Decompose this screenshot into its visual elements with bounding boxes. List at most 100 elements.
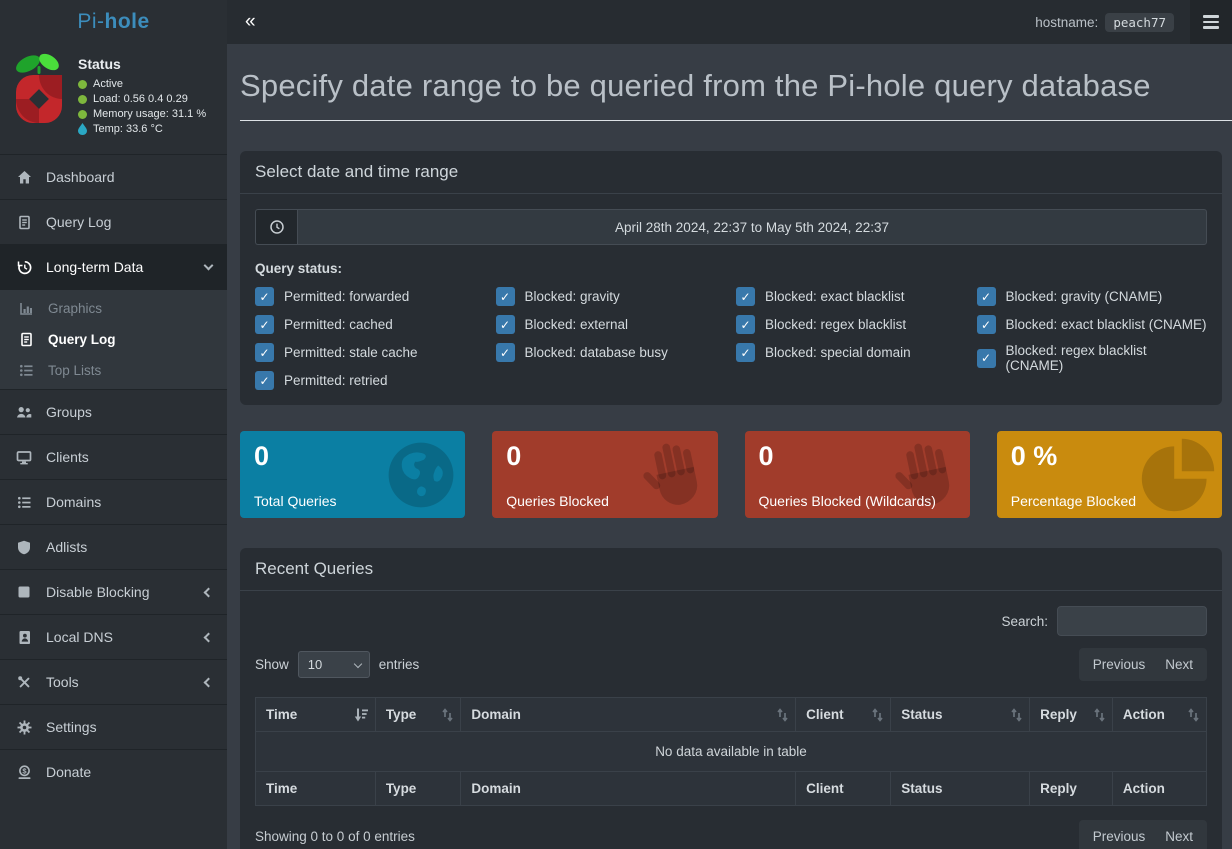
- table-controls-row: Show 10 entries Previous Next: [255, 648, 1207, 681]
- sort-icon: [777, 708, 788, 722]
- donate-icon: $: [15, 765, 33, 780]
- sidebar-item-groups[interactable]: Groups: [0, 390, 227, 434]
- sidebar-item-domains[interactable]: Domains: [0, 480, 227, 524]
- checkbox-blocked-regex-blacklist-cname[interactable]: Blocked: regex blacklist (CNAME): [977, 343, 1208, 373]
- previous-button[interactable]: Previous: [1093, 829, 1146, 844]
- sidebar-item-local-dns[interactable]: Local DNS: [0, 615, 227, 659]
- page-title: Specify date range to be queried from th…: [240, 68, 1222, 104]
- sidebar-item-tools[interactable]: Tools: [0, 660, 227, 704]
- column-header-reply[interactable]: Reply: [1030, 698, 1113, 732]
- footer-column-reply: Reply: [1030, 772, 1113, 806]
- sidebar-item-dashboard[interactable]: Dashboard: [0, 155, 227, 199]
- users-icon: [15, 405, 33, 420]
- search-input[interactable]: [1057, 606, 1207, 636]
- home-icon: [15, 170, 33, 185]
- status-title: Status: [78, 56, 206, 72]
- sidebar-item-disable-blocking[interactable]: Disable Blocking: [0, 570, 227, 614]
- checkbox-blocked-external[interactable]: Blocked: external: [496, 315, 727, 334]
- column-header-domain[interactable]: Domain: [461, 698, 796, 732]
- table-info-text: Showing 0 to 0 of 0 entries: [255, 829, 415, 844]
- sidebar-subitem-graphics[interactable]: Graphics: [0, 293, 227, 324]
- status-text: Status Active Load: 0.56 0.4 0.29 Memory…: [78, 50, 206, 138]
- title-divider: [240, 120, 1232, 121]
- hamburger-menu-icon[interactable]: [1190, 0, 1232, 44]
- sort-icon: [1011, 708, 1022, 722]
- next-button[interactable]: Next: [1165, 657, 1193, 672]
- checked-checkbox-icon: [736, 287, 755, 306]
- sidebar-item-query-log[interactable]: Query Log: [0, 200, 227, 244]
- footer-column-domain: Domain: [461, 772, 796, 806]
- file-icon: [15, 215, 33, 230]
- hostname-badge: peach77: [1105, 13, 1174, 32]
- recent-queries-title: Recent Queries: [240, 548, 1222, 591]
- previous-button[interactable]: Previous: [1093, 657, 1146, 672]
- sort-icon: [1188, 708, 1199, 722]
- shield-icon: [15, 540, 33, 555]
- checkbox-blocked-gravity[interactable]: Blocked: gravity: [496, 287, 727, 306]
- checkbox-blocked-exact-blacklist[interactable]: Blocked: exact blacklist: [736, 287, 967, 306]
- checked-checkbox-icon: [255, 371, 274, 390]
- desktop-icon: [15, 450, 33, 465]
- sidebar-item-clients[interactable]: Clients: [0, 435, 227, 479]
- sidebar-item-donate[interactable]: $ Donate: [0, 750, 227, 794]
- top-navbar: « hostname: peach77: [227, 0, 1232, 44]
- summary-cards: 0 Total Queries 0: [240, 431, 1222, 518]
- green-dot-icon: [78, 95, 87, 104]
- checked-checkbox-icon: [977, 349, 996, 368]
- sidebar-item-settings[interactable]: Settings: [0, 705, 227, 749]
- checked-checkbox-icon: [496, 287, 515, 306]
- checkbox-permitted-cached[interactable]: Permitted: cached: [255, 315, 486, 334]
- empty-message: No data available in table: [256, 732, 1207, 772]
- column-header-client[interactable]: Client: [796, 698, 891, 732]
- checked-checkbox-icon: [255, 343, 274, 362]
- checkbox-permitted-forwarded[interactable]: Permitted: forwarded: [255, 287, 486, 306]
- footer-column-type: Type: [375, 772, 461, 806]
- query-status-label: Query status:: [255, 261, 1207, 276]
- sidebar-collapse-icon[interactable]: «: [227, 0, 274, 44]
- sidebar-item-long-term-data[interactable]: Long-term Data: [0, 245, 227, 289]
- column-header-time[interactable]: Time: [256, 698, 376, 732]
- checkbox-blocked-regex-blacklist[interactable]: Blocked: regex blacklist: [736, 315, 967, 334]
- file-icon: [17, 332, 35, 347]
- footer-column-action: Action: [1112, 772, 1206, 806]
- table-search-row: Search:: [255, 606, 1207, 636]
- history-icon: [15, 260, 33, 275]
- table-header-row: Time Type Domain Client Status Reply Act…: [256, 698, 1207, 732]
- next-button[interactable]: Next: [1165, 829, 1193, 844]
- queries-blocked-wildcards-card: 0 Queries Blocked (Wildcards): [745, 431, 970, 518]
- address-book-icon: [15, 630, 33, 645]
- date-range-input[interactable]: [297, 209, 1207, 245]
- sidebar-subitem-top-lists[interactable]: Top Lists: [0, 355, 227, 386]
- pagination-top: Previous Next: [1079, 648, 1207, 681]
- recent-queries-panel: Recent Queries Search: Show 10: [240, 548, 1222, 849]
- column-header-status[interactable]: Status: [891, 698, 1030, 732]
- pagination-bottom: Previous Next: [1079, 820, 1207, 849]
- checked-checkbox-icon: [736, 315, 755, 334]
- main-area: « hostname: peach77 Specify date range t…: [227, 0, 1232, 849]
- green-dot-icon: [78, 110, 87, 119]
- checkbox-blocked-database-busy[interactable]: Blocked: database busy: [496, 343, 727, 362]
- sidebar-subitem-query-log[interactable]: Query Log: [0, 324, 227, 355]
- page-size-select[interactable]: 10: [298, 651, 370, 678]
- app-root: Pi-hole Status Active Load: 0.56 0.4 0.2…: [0, 0, 1232, 849]
- status-load: Load: 0.56 0.4 0.29: [78, 93, 206, 105]
- footer-column-time: Time: [256, 772, 376, 806]
- checked-checkbox-icon: [255, 315, 274, 334]
- checkbox-blocked-exact-blacklist-cname[interactable]: Blocked: exact blacklist (CNAME): [977, 315, 1208, 334]
- checkbox-blocked-gravity-cname[interactable]: Blocked: gravity (CNAME): [977, 287, 1208, 306]
- checkbox-permitted-stale-cache[interactable]: Permitted: stale cache: [255, 343, 486, 362]
- entries-label: entries: [379, 657, 420, 672]
- column-header-type[interactable]: Type: [375, 698, 461, 732]
- search-label: Search:: [1001, 614, 1048, 629]
- status-box: Status Active Load: 0.56 0.4 0.29 Memory…: [0, 44, 227, 148]
- checkbox-blocked-special-domain[interactable]: Blocked: special domain: [736, 343, 967, 362]
- column-header-action[interactable]: Action: [1112, 698, 1206, 732]
- checked-checkbox-icon: [496, 315, 515, 334]
- checked-checkbox-icon: [255, 287, 274, 306]
- checkbox-permitted-retried[interactable]: Permitted: retried: [255, 371, 486, 390]
- queries-table: Time Type Domain Client Status Reply Act…: [255, 697, 1207, 806]
- queries-blocked-card: 0 Queries Blocked: [492, 431, 717, 518]
- brand-logo[interactable]: Pi-hole: [0, 0, 227, 44]
- list-icon: [17, 363, 35, 378]
- sidebar-item-adlists[interactable]: Adlists: [0, 525, 227, 569]
